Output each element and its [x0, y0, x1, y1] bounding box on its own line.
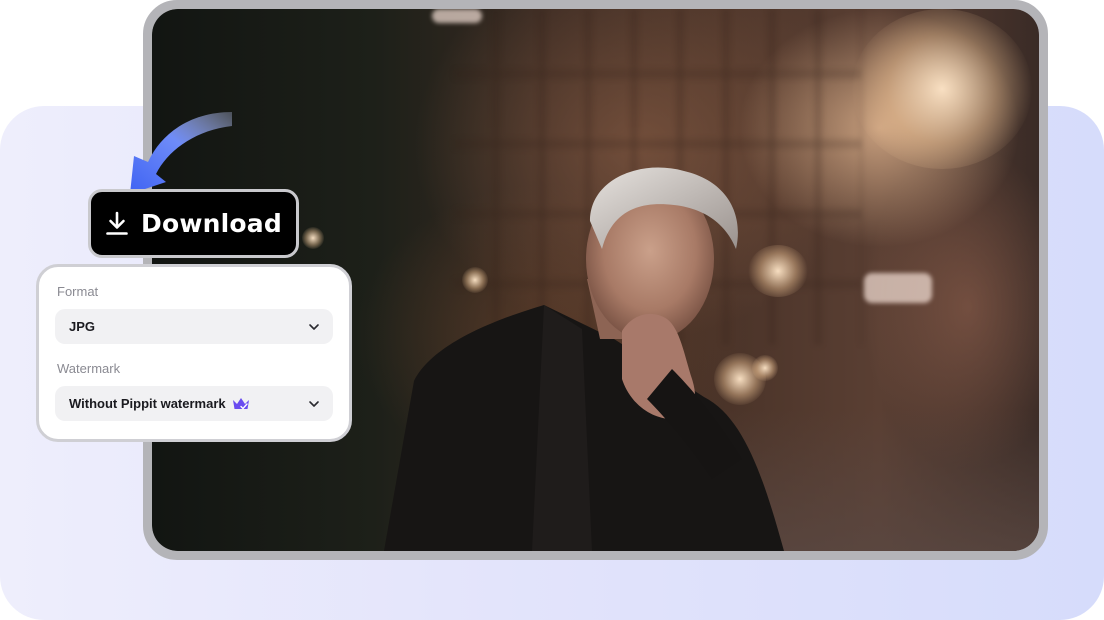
chevron-down-icon: [309, 401, 319, 407]
watermark-label: Watermark: [57, 361, 121, 376]
download-button[interactable]: Download: [88, 189, 299, 258]
download-icon: [106, 211, 128, 235]
download-settings-panel: Format JPG Watermark Without Pippit wate…: [36, 264, 352, 442]
pointer-arrow-icon: [130, 112, 232, 194]
watermark-select[interactable]: Without Pippit watermark: [55, 386, 333, 421]
format-select[interactable]: JPG: [55, 309, 333, 344]
chevron-down-icon: [309, 324, 319, 330]
format-label: Format: [57, 284, 99, 299]
format-value: JPG: [69, 319, 96, 334]
promo-stage: Download Format JPG Watermark Without Pi…: [0, 0, 1104, 620]
download-button-label: Download: [141, 209, 282, 238]
watermark-value: Without Pippit watermark: [69, 396, 226, 411]
crown-premium-icon: [232, 397, 249, 409]
